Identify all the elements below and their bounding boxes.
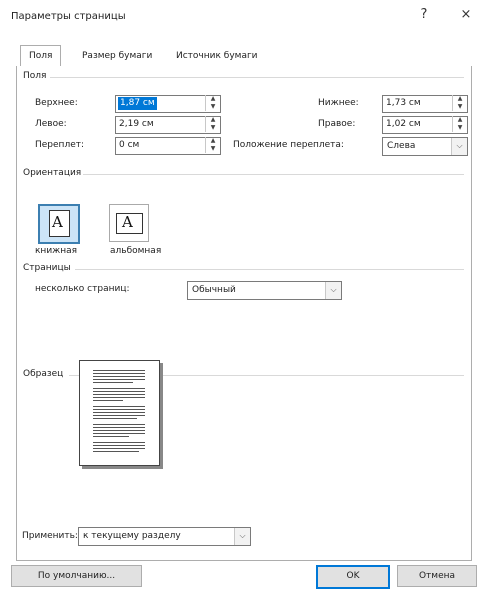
apply-to-value: к текущему разделу xyxy=(83,531,181,541)
preview-line xyxy=(93,400,123,401)
tab-margins[interactable]: Поля xyxy=(20,45,62,67)
tab-panel: Поля Верхнее: 1,87 см ▲ ▼ Левое: 2,19 см … xyxy=(16,66,472,561)
ok-button[interactable]: OK xyxy=(316,565,390,589)
spin-down-icon[interactable]: ▼ xyxy=(453,103,467,111)
preview-line xyxy=(93,448,145,449)
gutter-field[interactable]: 0 см ▲ ▼ xyxy=(115,137,221,155)
gutter-position-label: Положение переплета: xyxy=(233,140,344,150)
preview-line xyxy=(93,391,145,392)
left-margin-field[interactable]: 2,19 см ▲ ▼ xyxy=(115,116,221,134)
preview-line xyxy=(93,427,145,428)
multiple-pages-label: несколько страниц: xyxy=(35,284,130,294)
preview-line xyxy=(93,445,145,446)
landscape-label[interactable]: альбомная xyxy=(110,246,161,256)
top-margin-label: Верхнее: xyxy=(35,98,78,108)
gutter-label: Переплет: xyxy=(35,140,85,150)
left-margin-spinner[interactable]: ▲ ▼ xyxy=(205,116,220,132)
close-icon[interactable]: × xyxy=(456,6,476,24)
preview-line xyxy=(93,394,145,395)
landscape-page-icon: A xyxy=(116,213,143,234)
bottom-margin-label: Нижнее: xyxy=(318,98,359,108)
bottom-margin-field[interactable]: 1,73 см ▲ ▼ xyxy=(382,95,468,113)
right-margin-label: Правое: xyxy=(318,119,356,129)
top-margin-spinner[interactable]: ▲ ▼ xyxy=(205,95,220,111)
spin-up-icon[interactable]: ▲ xyxy=(206,116,220,124)
spin-up-icon[interactable]: ▲ xyxy=(206,137,220,145)
divider xyxy=(83,174,464,175)
portrait-button[interactable]: A xyxy=(38,204,80,244)
portrait-label[interactable]: книжная xyxy=(35,246,77,256)
tab-paper-source[interactable]: Источник бумаги xyxy=(168,46,266,66)
preview-line xyxy=(93,382,133,383)
bottom-margin-spinner[interactable]: ▲ ▼ xyxy=(452,95,467,111)
left-margin-label: Левое: xyxy=(35,119,67,129)
preview-line xyxy=(93,376,145,377)
tab-paper-size[interactable]: Размер бумаги xyxy=(74,46,160,66)
gutter-position-value: Слева xyxy=(387,141,416,151)
spin-down-icon[interactable]: ▼ xyxy=(453,124,467,132)
preview-line xyxy=(93,370,145,371)
right-margin-value: 1,02 см xyxy=(386,119,421,129)
preview-line xyxy=(93,379,145,380)
spin-up-icon[interactable]: ▲ xyxy=(453,95,467,103)
preview-line xyxy=(93,409,145,410)
left-margin-value: 2,19 см xyxy=(119,119,154,129)
right-margin-field[interactable]: 1,02 см ▲ ▼ xyxy=(382,116,468,134)
preview-line xyxy=(93,430,145,431)
landscape-button[interactable]: A xyxy=(109,204,149,242)
gutter-value: 0 см xyxy=(119,140,140,150)
spin-up-icon[interactable]: ▲ xyxy=(453,116,467,124)
gutter-position-select[interactable]: Слева ⌵ xyxy=(382,137,468,156)
gutter-spinner[interactable]: ▲ ▼ xyxy=(205,137,220,153)
letter-a-icon: A xyxy=(122,213,133,231)
preview-line xyxy=(93,388,145,389)
preview-page xyxy=(79,360,160,466)
divider xyxy=(75,269,464,270)
apply-to-label: Применить: xyxy=(22,531,78,541)
chevron-down-icon[interactable]: ⌵ xyxy=(234,528,250,545)
set-default-button[interactable]: По умолчанию... xyxy=(11,565,142,587)
spin-up-icon[interactable]: ▲ xyxy=(206,95,220,103)
margins-section-label: Поля xyxy=(23,71,47,81)
portrait-page-icon: A xyxy=(49,210,70,237)
divider xyxy=(50,77,464,78)
right-margin-spinner[interactable]: ▲ ▼ xyxy=(452,116,467,132)
pages-section-label: Страницы xyxy=(23,263,71,273)
preview-line xyxy=(93,442,145,443)
spin-down-icon[interactable]: ▼ xyxy=(206,124,220,132)
preview-line xyxy=(93,436,129,437)
preview-line xyxy=(93,406,145,407)
preview-line xyxy=(93,451,139,452)
multiple-pages-value: Обычный xyxy=(192,285,236,295)
preview-line xyxy=(93,373,145,374)
orientation-section-label: Ориентация xyxy=(23,168,82,178)
chevron-down-icon[interactable]: ⌵ xyxy=(325,282,341,299)
preview-line xyxy=(93,412,145,413)
preview-line xyxy=(93,397,145,398)
multiple-pages-select[interactable]: Обычный ⌵ xyxy=(187,281,342,300)
apply-to-select[interactable]: к текущему разделу ⌵ xyxy=(78,527,251,546)
chevron-down-icon[interactable]: ⌵ xyxy=(451,138,467,155)
top-margin-value: 1,87 см xyxy=(118,97,157,110)
help-button[interactable]: ? xyxy=(414,6,434,24)
preview-section-label: Образец xyxy=(23,369,64,379)
spin-down-icon[interactable]: ▼ xyxy=(206,103,220,111)
cancel-button[interactable]: Отмена xyxy=(397,565,477,587)
letter-a-icon: A xyxy=(52,213,63,231)
preview-line xyxy=(93,433,145,434)
tab-bar: Поля Размер бумаги Источник бумаги xyxy=(16,45,471,67)
bottom-margin-value: 1,73 см xyxy=(386,98,421,108)
dialog-title: Параметры страницы xyxy=(11,11,126,22)
top-margin-field[interactable]: 1,87 см ▲ ▼ xyxy=(115,95,221,113)
spin-down-icon[interactable]: ▼ xyxy=(206,145,220,153)
preview-line xyxy=(93,424,145,425)
preview-line xyxy=(93,415,145,416)
preview-line xyxy=(93,418,137,419)
